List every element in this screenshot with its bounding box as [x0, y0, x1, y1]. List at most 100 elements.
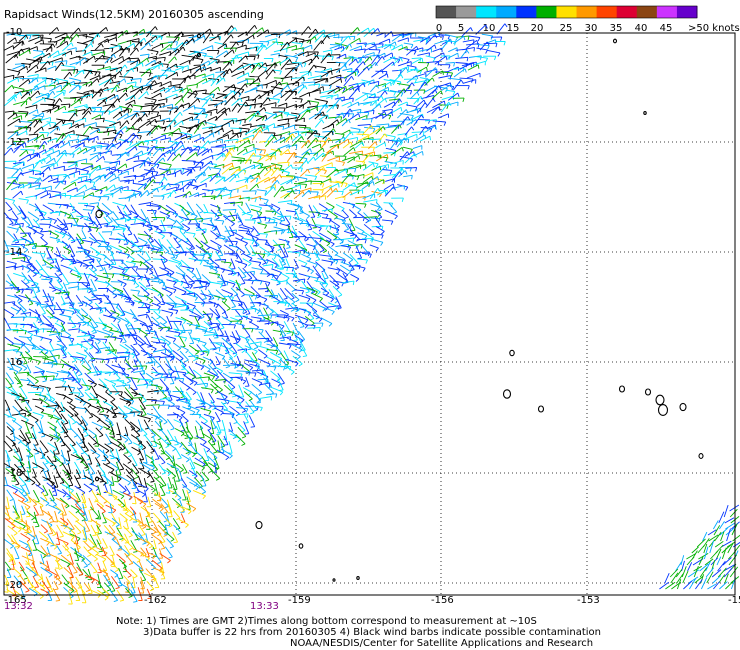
wind-barb-tick [46, 132, 50, 137]
wind-barb [186, 152, 197, 161]
wind-barb-tick [350, 141, 353, 146]
wind-barb [292, 97, 303, 100]
wind-barb-tick [226, 236, 231, 238]
wind-barb [383, 202, 393, 204]
wind-barb [235, 260, 248, 266]
wind-barb-tick [277, 99, 280, 104]
wind-barb [384, 96, 396, 99]
wind-barb [159, 67, 170, 78]
wind-barb-tick [413, 50, 417, 55]
wind-barb-tick [136, 47, 139, 52]
wind-barb-tick [39, 177, 43, 182]
wind-barb-tick [296, 206, 300, 211]
wind-barb [82, 209, 93, 211]
wind-barb [88, 315, 99, 327]
wind-barb [193, 64, 205, 66]
wind-barb [382, 108, 393, 112]
wind-barb-tick [287, 149, 291, 154]
wind-barb [20, 311, 31, 315]
wind-barb [5, 201, 13, 210]
wind-barb-tick [370, 118, 373, 123]
wind-barb [341, 101, 352, 107]
wind-barb-tick [57, 79, 60, 84]
wind-barb-tick [318, 318, 323, 323]
wind-barb [242, 148, 256, 156]
wind-barb-tick [68, 134, 72, 139]
wind-barb-tick [97, 202, 100, 207]
wind-barb [271, 86, 284, 90]
wind-barb [273, 301, 287, 303]
wind-barb [383, 125, 397, 129]
wind-barb-tick [431, 77, 435, 82]
wind-barb [298, 140, 308, 143]
wind-barb [144, 274, 151, 286]
wind-barb [357, 56, 369, 59]
wind-barb-tick [376, 206, 381, 211]
wind-barb-tick [49, 193, 52, 198]
wind-barb [285, 210, 297, 213]
wind-barb-tick [136, 112, 140, 117]
wind-barb [62, 273, 70, 285]
wind-barb-tick [411, 126, 415, 131]
wind-barb [82, 35, 94, 39]
wind-barb [298, 100, 310, 109]
wind-barb [202, 217, 212, 220]
wind-barb-tick [209, 262, 214, 265]
wind-barb-tick [93, 55, 96, 61]
wind-barb-tick [170, 312, 174, 317]
wind-barb-tick [181, 98, 185, 103]
wind-barb [224, 138, 239, 142]
wind-barb [95, 321, 107, 325]
wind-barb [235, 322, 245, 326]
wind-barb-tick [152, 166, 155, 171]
wind-barb [96, 263, 110, 268]
wind-barb-tick [314, 36, 317, 41]
wind-barb-tick [262, 254, 266, 259]
wind-barb-tick [345, 86, 348, 91]
legend-swatch [516, 6, 537, 18]
wind-barb-tick [164, 176, 168, 181]
wind-barb [291, 41, 303, 45]
wind-barb [389, 124, 399, 127]
wind-barb-tick [204, 35, 206, 40]
wind-barb-tick [271, 264, 274, 269]
wind-barb [102, 93, 115, 102]
wind-barb-tick [155, 140, 158, 145]
wind-barb [145, 278, 160, 281]
wind-barb [19, 149, 27, 157]
wind-barb-tick [239, 128, 242, 133]
wind-barb [276, 316, 290, 319]
wind-barb-tick [415, 167, 418, 172]
wind-barb-tick [113, 173, 117, 178]
wind-barb [305, 266, 314, 272]
wind-barb-tick [248, 277, 253, 281]
wind-barb-tick [245, 148, 248, 153]
wind-barb [284, 330, 294, 333]
wind-barb-tick [357, 209, 362, 213]
wind-barb-tick [92, 290, 97, 292]
wind-barb-tick [15, 112, 18, 117]
legend-swatch [676, 6, 698, 18]
wind-barb [125, 127, 140, 131]
wind-barb-tick [303, 249, 305, 254]
wind-barb-tick [349, 43, 352, 48]
wind-barb-tick [259, 149, 263, 154]
wind-barb-tick [312, 299, 317, 304]
wind-barb-tick [281, 325, 285, 330]
wind-barb-tick [287, 162, 290, 167]
wind-barb-tick [52, 148, 54, 153]
wind-barb-tick [62, 91, 65, 97]
wind-barb [125, 223, 133, 235]
wind-barb-tick [197, 149, 200, 154]
wind-barb [283, 164, 292, 172]
wind-barb [202, 310, 212, 320]
wind-barb-tick [308, 26, 311, 31]
legend-swatch [656, 6, 678, 18]
wind-barb-tick [102, 118, 105, 123]
wind-barb [151, 92, 161, 99]
wind-barb-tick [46, 190, 49, 195]
wind-barb-tick [132, 126, 135, 131]
wind-barb [350, 27, 358, 36]
wind-barb-tick [473, 47, 475, 52]
wind-barb-tick [189, 191, 192, 196]
